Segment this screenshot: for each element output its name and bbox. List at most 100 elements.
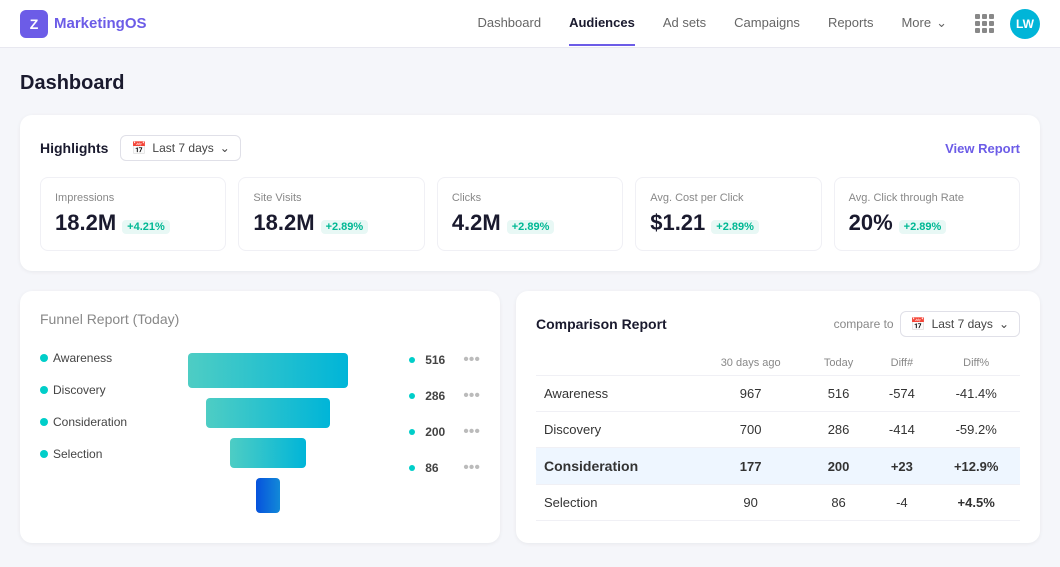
funnel-row-discovery-val: 286 •••	[409, 387, 480, 405]
grid-icon[interactable]	[975, 14, 994, 33]
table-row: Selection 90 86 -4 +4.5%	[536, 485, 1020, 521]
metric-sitevisits-value: 18.2M +2.89%	[253, 210, 409, 236]
metric-impressions-value: 18.2M +4.21%	[55, 210, 211, 236]
row-discovery-today: 286	[806, 412, 872, 448]
date-filter-button[interactable]: 📅 Last 7 days ⌄	[120, 135, 240, 161]
bottom-row: Funnel Report (Today) Awareness Discover…	[20, 291, 1040, 543]
awareness-action-menu[interactable]: •••	[463, 351, 480, 369]
metric-clicks-badge: +2.89%	[507, 220, 555, 234]
table-row: Discovery 700 286 -414 -59.2%	[536, 412, 1020, 448]
compare-to-label: compare to	[834, 317, 894, 331]
row-awareness-label: Awareness	[536, 376, 696, 412]
row-consideration-30days: 177	[696, 448, 806, 485]
row-selection-today: 86	[806, 485, 872, 521]
comparison-date-label: Last 7 days	[932, 317, 993, 331]
calendar-icon: 📅	[131, 141, 146, 155]
row-selection-diffnum: -4	[871, 485, 932, 521]
row-consideration-diffpct: +12.9%	[932, 448, 1020, 485]
metric-impressions-badge: +4.21%	[122, 220, 170, 234]
nav-audiences[interactable]: Audiences	[569, 1, 635, 46]
funnel-row-awareness-val: 516 •••	[409, 351, 480, 369]
selection-dot	[40, 450, 48, 458]
metrics-row: Impressions 18.2M +4.21% Site Visits 18.…	[40, 177, 1020, 251]
metric-sitevisits-badge: +2.89%	[321, 220, 369, 234]
row-selection-diffpct: +4.5%	[932, 485, 1020, 521]
table-header-row: 30 days ago Today Diff# Diff%	[536, 351, 1020, 376]
val-dot-awareness	[409, 357, 415, 363]
selection-action-menu[interactable]: •••	[463, 459, 480, 477]
calendar-icon-2: 📅	[911, 317, 926, 331]
row-selection-30days: 90	[696, 485, 806, 521]
highlights-label: Highlights	[40, 140, 108, 156]
consideration-action-menu[interactable]: •••	[463, 423, 480, 441]
col-header-diffpct: Diff%	[932, 351, 1020, 376]
metric-clicks-label: Clicks	[452, 192, 608, 204]
funnel-row-selection-val: 86 •••	[409, 459, 480, 477]
col-header-label	[536, 351, 696, 376]
metric-cpc: Avg. Cost per Click $1.21 +2.89%	[635, 177, 821, 251]
metric-impressions: Impressions 18.2M +4.21%	[40, 177, 226, 251]
val-dot-selection	[409, 465, 415, 471]
logo-letter: Z	[30, 16, 39, 32]
funnel-bar-discovery	[206, 398, 330, 428]
metric-clicks-value: 4.2M +2.89%	[452, 210, 608, 236]
table-row-highlighted: Consideration 177 200 +23 +12.9%	[536, 448, 1020, 485]
nav-adsets[interactable]: Ad sets	[663, 1, 706, 46]
funnel-visualization	[135, 343, 401, 523]
row-discovery-diffnum: -414	[871, 412, 932, 448]
logo-name: MarketingOS	[54, 15, 147, 32]
nav-dashboard[interactable]: Dashboard	[477, 1, 541, 46]
funnel-labels: Awareness Discovery Consideration Select…	[40, 343, 127, 461]
metric-ctr-badge: +2.89%	[899, 220, 947, 234]
logo[interactable]: Z MarketingOS	[20, 10, 147, 38]
row-awareness-diffnum: -574	[871, 376, 932, 412]
row-awareness-diffpct: -41.4%	[932, 376, 1020, 412]
row-discovery-label: Discovery	[536, 412, 696, 448]
consideration-dot	[40, 418, 48, 426]
navigation: Z MarketingOS Dashboard Audiences Ad set…	[0, 0, 1060, 48]
funnel-label-awareness: Awareness	[40, 351, 127, 365]
discovery-action-menu[interactable]: •••	[463, 387, 480, 405]
view-report-link[interactable]: View Report	[945, 141, 1020, 156]
discovery-dot	[40, 386, 48, 394]
metric-impressions-label: Impressions	[55, 192, 211, 204]
chevron-down-icon-2: ⌄	[999, 317, 1009, 331]
highlights-header: Highlights 📅 Last 7 days ⌄ View Report	[40, 135, 1020, 161]
row-consideration-diffnum: +23	[871, 448, 932, 485]
table-row: Awareness 967 516 -574 -41.4%	[536, 376, 1020, 412]
comparison-card: Comparison Report compare to 📅 Last 7 da…	[516, 291, 1040, 543]
chevron-down-icon: ⌄	[220, 141, 230, 155]
nav-items: Dashboard Audiences Ad sets Campaigns Re…	[477, 1, 947, 47]
val-dot-discovery	[409, 393, 415, 399]
funnel-bar-selection	[256, 478, 280, 513]
comparison-date-filter[interactable]: 📅 Last 7 days ⌄	[900, 311, 1020, 337]
funnel-values-actions: 516 ••• 286 ••• 200 •••	[409, 343, 480, 477]
metric-ctr-label: Avg. Click through Rate	[849, 192, 1005, 204]
funnel-label-selection: Selection	[40, 447, 127, 461]
date-filter-label: Last 7 days	[152, 141, 213, 155]
discovery-value: 286	[425, 389, 453, 403]
nav-right: LW	[975, 9, 1040, 39]
comparison-title: Comparison Report	[536, 316, 667, 332]
row-awareness-30days: 967	[696, 376, 806, 412]
avatar[interactable]: LW	[1010, 9, 1040, 39]
funnel-subtitle: (Today)	[133, 311, 180, 327]
comparison-table: 30 days ago Today Diff# Diff% Awareness …	[536, 351, 1020, 521]
row-discovery-diffpct: -59.2%	[932, 412, 1020, 448]
nav-more[interactable]: More ⌄	[901, 1, 947, 47]
metric-sitevisits: Site Visits 18.2M +2.89%	[238, 177, 424, 251]
metric-sitevisits-label: Site Visits	[253, 192, 409, 204]
metric-cpc-label: Avg. Cost per Click	[650, 192, 806, 204]
funnel-label-discovery: Discovery	[40, 383, 127, 397]
funnel-card: Funnel Report (Today) Awareness Discover…	[20, 291, 500, 543]
row-consideration-label: Consideration	[536, 448, 696, 485]
selection-value: 86	[425, 461, 453, 475]
nav-campaigns[interactable]: Campaigns	[734, 1, 800, 46]
col-header-diffnum: Diff#	[871, 351, 932, 376]
nav-reports[interactable]: Reports	[828, 1, 874, 46]
funnel-bar-consideration	[230, 438, 306, 468]
compare-to-section: compare to 📅 Last 7 days ⌄	[834, 311, 1020, 337]
funnel-label-consideration: Consideration	[40, 415, 127, 429]
page-title: Dashboard	[20, 72, 1040, 95]
row-discovery-30days: 700	[696, 412, 806, 448]
